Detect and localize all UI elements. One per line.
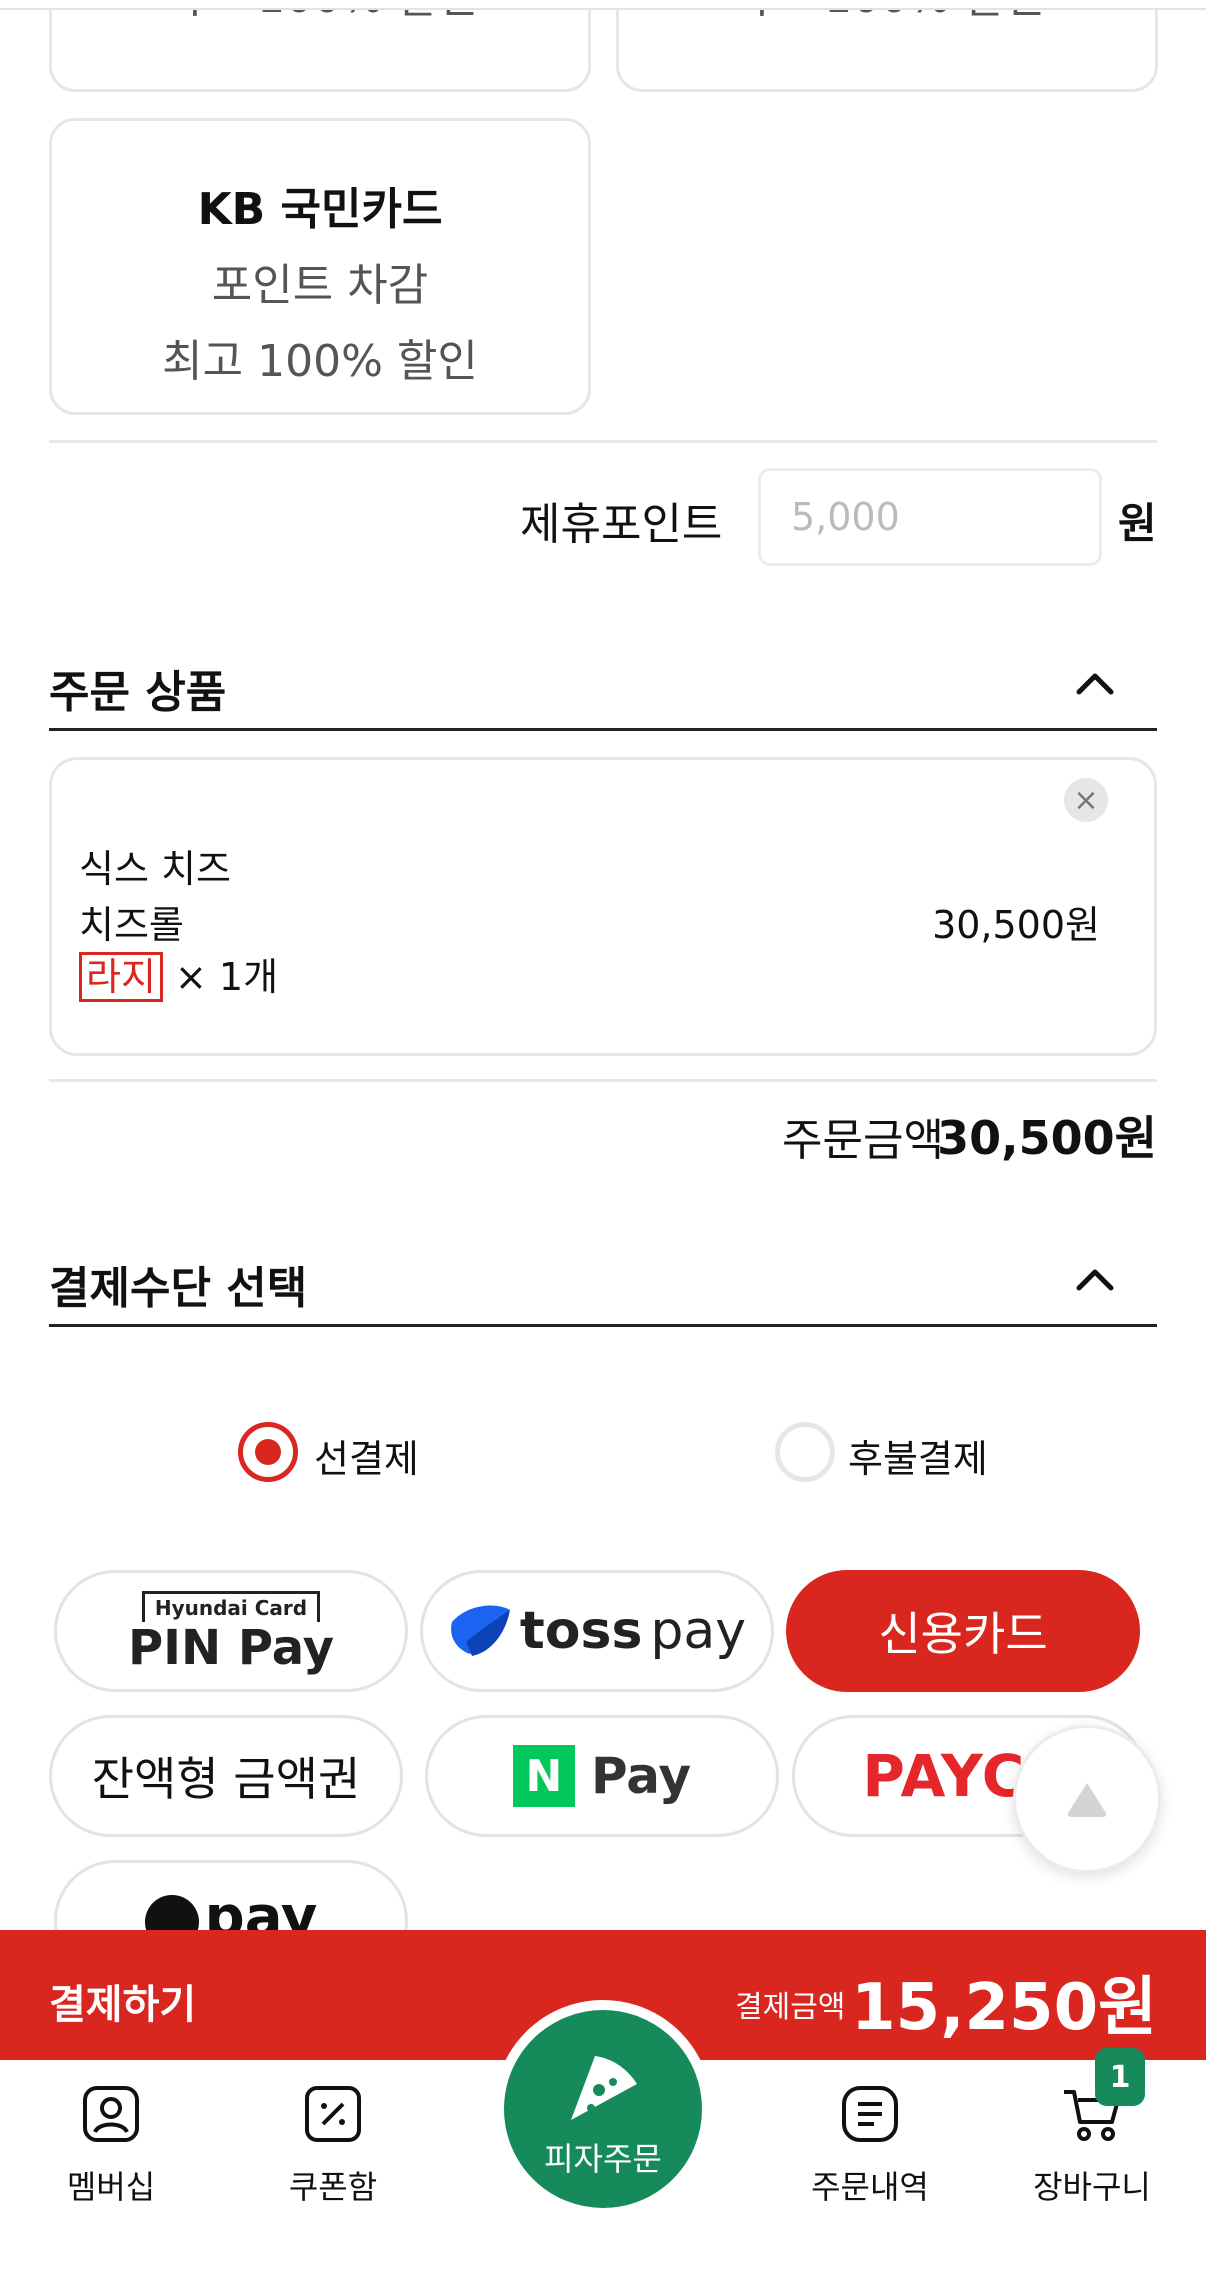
checkout-amount-value: 15,250원 bbox=[851, 1971, 1157, 2045]
pizza-order-label: 피자주문 bbox=[544, 2140, 662, 2178]
promo-card-line: 포인트 차감 bbox=[211, 260, 429, 311]
toss-logo-icon bbox=[451, 1605, 510, 1656]
chevron-up-icon[interactable] bbox=[1075, 1260, 1115, 1300]
partner-points-label: 제휴포인트 bbox=[520, 499, 723, 550]
credit-card-button[interactable]: 신용카드 bbox=[786, 1570, 1140, 1692]
checkout-button-label[interactable]: 결제하기 bbox=[49, 1972, 196, 2030]
checkout-amount-label: 결제금액 bbox=[735, 1990, 846, 2025]
item-quantity: × 1개 bbox=[175, 955, 279, 999]
promo-card-partial-left[interactable]: 최고 100% 할인 bbox=[49, 0, 591, 92]
divider bbox=[49, 440, 1157, 443]
tab-label: 장바구니 bbox=[1033, 2168, 1151, 2206]
cart-count-badge: 1 bbox=[1095, 2048, 1145, 2106]
naver-pay-button[interactable]: N Pay bbox=[425, 1715, 779, 1837]
triangle-up-icon bbox=[1067, 1783, 1107, 1817]
radio-prepay[interactable] bbox=[238, 1422, 298, 1482]
item-size-quantity: 라지 × 1개 bbox=[79, 946, 278, 1002]
tab-label: 주문내역 bbox=[811, 2168, 929, 2206]
tab-membership[interactable]: 멤버십 bbox=[31, 2084, 191, 2208]
hyundai-card-label: Hyundai Card bbox=[141, 1590, 321, 1622]
radio-postpay-label[interactable]: 후불결제 bbox=[848, 1428, 988, 1483]
close-icon: × bbox=[1073, 782, 1099, 818]
pizza-order-button[interactable]: 피자주문 bbox=[494, 2000, 712, 2218]
coupon-icon bbox=[305, 2086, 361, 2142]
naver-n-icon: N bbox=[512, 1745, 575, 1807]
remove-item-button[interactable]: × bbox=[1064, 778, 1108, 822]
promo-card-title: KB 국민카드 bbox=[197, 184, 443, 235]
toss-pay-button[interactable]: toss pay bbox=[420, 1570, 774, 1692]
order-total-label: 주문금액 bbox=[782, 1115, 944, 1166]
section-title-order-products: 주문 상품 bbox=[49, 667, 227, 718]
promo-card-line: 최고 100% 할인 bbox=[162, 336, 478, 387]
item-price: 30,500원 bbox=[932, 903, 1100, 947]
divider bbox=[49, 1079, 1157, 1082]
section-underline bbox=[49, 1324, 1157, 1327]
toss-wordmark: toss bbox=[519, 1601, 643, 1661]
hyundai-pin-pay-logo: Hyundai Card PIN Pay bbox=[127, 1590, 334, 1676]
naver-pay-label: Pay bbox=[590, 1747, 692, 1805]
tab-label: 멤버십 bbox=[66, 2168, 156, 2206]
membership-icon bbox=[83, 2086, 139, 2142]
order-history-icon bbox=[842, 2086, 898, 2142]
scroll-to-top-button[interactable] bbox=[1013, 1725, 1161, 1873]
pin-pay-label: PIN Pay bbox=[127, 1619, 334, 1676]
section-title-payment-method: 결제수단 선택 bbox=[49, 1263, 308, 1314]
section-underline bbox=[49, 728, 1157, 731]
order-total-value: 30,500원 bbox=[937, 1111, 1157, 1165]
promo-card-kb[interactable]: KB 국민카드 포인트 차감 최고 100% 할인 bbox=[49, 118, 591, 415]
chevron-up-icon[interactable] bbox=[1075, 664, 1115, 704]
top-scroll-edge bbox=[0, 0, 1206, 10]
credit-card-label: 신용카드 bbox=[878, 1607, 1048, 1661]
radio-postpay[interactable] bbox=[775, 1422, 835, 1482]
item-option: 치즈롤 bbox=[79, 903, 184, 947]
gift-card-label: 잔액형 금액권 bbox=[91, 1752, 361, 1806]
tab-coupons[interactable]: 쿠폰함 bbox=[253, 2084, 413, 2208]
hyundai-pin-pay-button[interactable]: Hyundai Card PIN Pay bbox=[54, 1570, 408, 1692]
partner-points-unit: 원 bbox=[1118, 499, 1157, 548]
pizza-icon bbox=[571, 2056, 637, 2120]
item-name: 식스 치즈 bbox=[79, 847, 231, 891]
size-badge: 라지 bbox=[79, 952, 163, 1002]
toss-pay-wordmark: pay bbox=[650, 1601, 747, 1661]
radio-prepay-label[interactable]: 선결제 bbox=[314, 1428, 419, 1483]
partner-points-input[interactable]: 5,000 bbox=[758, 468, 1102, 566]
tab-label: 쿠폰함 bbox=[288, 2168, 378, 2206]
tab-order-history[interactable]: 주문내역 bbox=[790, 2084, 950, 2208]
gift-card-button[interactable]: 잔액형 금액권 bbox=[49, 1715, 403, 1837]
tab-cart[interactable]: 장바구니 bbox=[1012, 2084, 1172, 2208]
order-item-card: × 식스 치즈 치즈롤 라지 × 1개 30,500원 bbox=[49, 757, 1157, 1056]
promo-card-partial-right[interactable]: 최고 100% 할인 bbox=[616, 0, 1158, 92]
